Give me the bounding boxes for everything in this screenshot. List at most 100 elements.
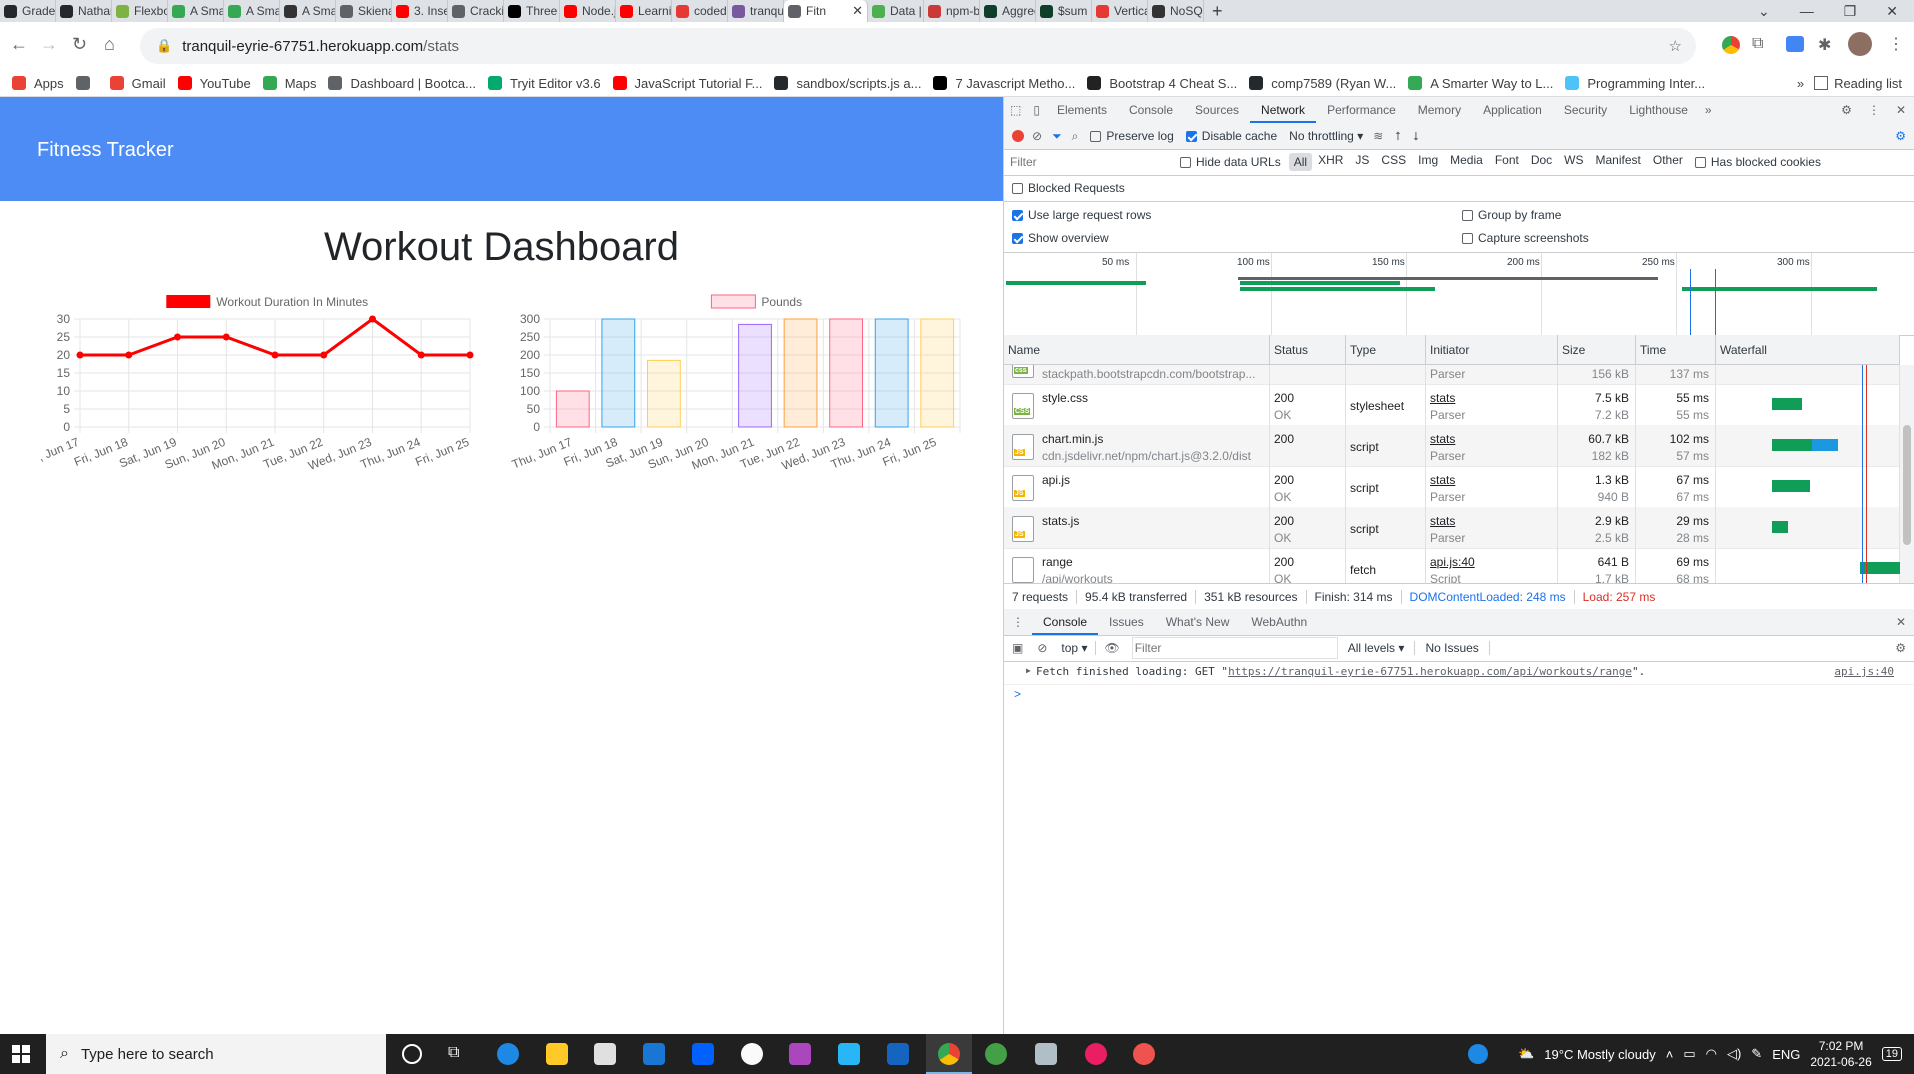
restore-icon[interactable]: ❐ bbox=[1844, 3, 1857, 20]
browser-tab[interactable]: Three V bbox=[504, 0, 560, 22]
reading-list-button[interactable]: Reading list bbox=[1814, 76, 1902, 91]
network-conditions-icon[interactable]: ≋ bbox=[1373, 129, 1383, 143]
bookmark-item[interactable]: Maps bbox=[262, 76, 316, 91]
bookmark-item[interactable]: comp7589 (Ryan W... bbox=[1249, 76, 1396, 91]
bookmark-item[interactable]: 7 Javascript Metho... bbox=[933, 76, 1075, 91]
scrollbar-thumb[interactable] bbox=[1903, 425, 1911, 545]
console-settings-gear-icon[interactable]: ⚙ bbox=[1887, 641, 1914, 655]
column-header[interactable]: Type bbox=[1346, 335, 1426, 365]
extension-badge-icon[interactable] bbox=[1786, 36, 1804, 52]
browser-tab[interactable]: codeda bbox=[672, 0, 728, 22]
devtools-menu-icon[interactable]: ⋮ bbox=[1860, 103, 1888, 117]
legend-label[interactable]: Workout Duration In Minutes bbox=[216, 295, 368, 309]
drawer-tab[interactable]: What's New bbox=[1155, 609, 1241, 635]
bar[interactable] bbox=[555, 390, 590, 428]
brand-link[interactable]: Fitness Tracker bbox=[37, 139, 174, 162]
live-expression-eye-icon[interactable]: 👁 bbox=[1096, 641, 1127, 655]
devtools-tab[interactable]: Elements bbox=[1046, 97, 1118, 123]
data-point[interactable] bbox=[466, 351, 474, 359]
initiator-link[interactable]: stats bbox=[1430, 391, 1553, 405]
expand-triangle-icon[interactable]: ▶ bbox=[1026, 666, 1031, 675]
capture-screenshots-checkbox[interactable]: Capture screenshots bbox=[1462, 231, 1589, 245]
drawer-menu-icon[interactable]: ⋮ bbox=[1004, 615, 1032, 629]
context-select[interactable]: top ▾ bbox=[1053, 641, 1097, 655]
column-header[interactable]: Waterfall bbox=[1716, 335, 1900, 365]
search-icon[interactable]: ⌕ bbox=[1072, 129, 1079, 144]
bar[interactable] bbox=[738, 323, 772, 428]
request-row[interactable]: CSS style.css 200 OK stylesheet stats Parser 7.… bbox=[1004, 384, 1914, 426]
request-row[interactable]: JS chart.min.js cdn.jsdelivr.net/npm/chart… bbox=[1004, 425, 1914, 467]
bookmark-item[interactable]: sandbox/scripts.js a... bbox=[774, 76, 921, 91]
initiator-link[interactable]: api.js:40 bbox=[1430, 555, 1553, 569]
devtools-tab[interactable]: Sources bbox=[1184, 97, 1250, 123]
app-icon[interactable] bbox=[1133, 1043, 1155, 1065]
request-row[interactable]: css stackpath.bootstrapcdn.com/bootstrap.… bbox=[1004, 365, 1914, 385]
vscode-icon[interactable] bbox=[887, 1043, 909, 1065]
resource-type-filter[interactable]: Manifest bbox=[1590, 153, 1647, 171]
bookmark-item[interactable] bbox=[75, 76, 98, 91]
app-icon[interactable] bbox=[985, 1043, 1007, 1065]
browser-tab[interactable]: NoSQL bbox=[1148, 0, 1204, 22]
weather-icon[interactable]: ⛅ bbox=[1518, 1046, 1534, 1062]
group-by-frame-checkbox[interactable]: Group by frame bbox=[1462, 208, 1561, 222]
resource-type-filter[interactable]: Img bbox=[1412, 153, 1444, 171]
bookmarks-overflow-icon[interactable]: » bbox=[1797, 76, 1804, 91]
edge-icon[interactable] bbox=[497, 1043, 519, 1065]
browser-tab[interactable]: Grades bbox=[0, 0, 56, 22]
data-point[interactable] bbox=[369, 315, 376, 323]
close-drawer-icon[interactable]: ✕ bbox=[1888, 615, 1914, 629]
browser-tab[interactable]: Data | bbox=[868, 0, 924, 22]
devtools-tab[interactable]: Security bbox=[1553, 97, 1618, 123]
resource-type-filter[interactable]: All bbox=[1288, 153, 1313, 171]
issues-counter[interactable]: No Issues bbox=[1415, 641, 1490, 655]
bar[interactable] bbox=[920, 318, 955, 428]
reload-icon[interactable]: ↻ bbox=[72, 34, 87, 55]
taskbar-search[interactable]: ⌕ Type here to search bbox=[46, 1034, 386, 1074]
weather-text[interactable]: 19°C Mostly cloudy bbox=[1544, 1047, 1655, 1062]
resource-type-filter[interactable]: Other bbox=[1647, 153, 1689, 171]
clear-icon[interactable]: ⊘ bbox=[1032, 129, 1042, 143]
legend-swatch[interactable] bbox=[710, 294, 756, 309]
bookmark-item[interactable]: JavaScript Tutorial F... bbox=[612, 76, 762, 91]
disable-cache-checkbox[interactable]: Disable cache bbox=[1185, 129, 1277, 143]
column-header[interactable]: Size bbox=[1558, 335, 1636, 365]
clock[interactable]: 7:02 PM 2021-06-26 bbox=[1810, 1038, 1871, 1070]
bookmark-star-icon[interactable]: ☆ bbox=[1669, 37, 1682, 55]
resource-type-filter[interactable]: XHR bbox=[1312, 153, 1349, 171]
initiator-link[interactable]: stats bbox=[1430, 473, 1553, 487]
data-point[interactable] bbox=[76, 351, 84, 359]
new-tab-button[interactable]: + bbox=[1204, 1, 1231, 22]
devtools-tab[interactable]: Application bbox=[1472, 97, 1553, 123]
network-filter-input[interactable] bbox=[1008, 152, 1172, 172]
resource-type-filter[interactable]: WS bbox=[1558, 153, 1589, 171]
bookmark-item[interactable]: Tryit Editor v3.6 bbox=[488, 76, 601, 91]
dropbox-icon[interactable] bbox=[692, 1043, 714, 1065]
column-header[interactable]: Status bbox=[1270, 335, 1346, 365]
resource-type-filter[interactable]: JS bbox=[1349, 153, 1375, 171]
console-sidebar-icon[interactable]: ▣ bbox=[1004, 641, 1031, 655]
close-devtools-icon[interactable]: ✕ bbox=[1888, 103, 1914, 117]
browser-tab[interactable]: Aggreg bbox=[980, 0, 1036, 22]
browser-tab[interactable]: 3. Inser bbox=[392, 0, 448, 22]
column-header[interactable]: Initiator bbox=[1426, 335, 1558, 365]
settings-gear-icon[interactable]: ⚙ bbox=[1833, 103, 1860, 117]
network-overview[interactable]: 50 ms 100 ms 150 ms 200 ms 250 ms 300 ms bbox=[1004, 252, 1914, 336]
devtools-tab[interactable]: Console bbox=[1118, 97, 1184, 123]
resource-type-filter[interactable]: Doc bbox=[1525, 153, 1558, 171]
column-header[interactable]: Time bbox=[1636, 335, 1716, 365]
data-point[interactable] bbox=[125, 351, 133, 359]
notification-center-badge[interactable]: 19 bbox=[1881, 1047, 1902, 1061]
extension-icon[interactable] bbox=[1722, 36, 1740, 54]
data-point[interactable] bbox=[271, 351, 279, 359]
show-overview-checkbox[interactable]: Show overview bbox=[1012, 231, 1462, 245]
export-har-icon[interactable]: ⭣ bbox=[1413, 129, 1419, 144]
filter-icon[interactable]: ⏷ bbox=[1052, 129, 1062, 144]
preserve-log-checkbox[interactable]: Preserve log bbox=[1090, 129, 1174, 143]
bookmark-item[interactable]: Apps bbox=[12, 76, 64, 91]
help-icon[interactable] bbox=[1468, 1044, 1489, 1064]
legend-swatch[interactable] bbox=[166, 295, 211, 308]
windows-start-icon[interactable] bbox=[12, 1045, 30, 1063]
browser-tab[interactable]: A Smar bbox=[280, 0, 336, 22]
browser-tab[interactable]: Skiena bbox=[336, 0, 392, 22]
bar[interactable] bbox=[601, 318, 636, 428]
